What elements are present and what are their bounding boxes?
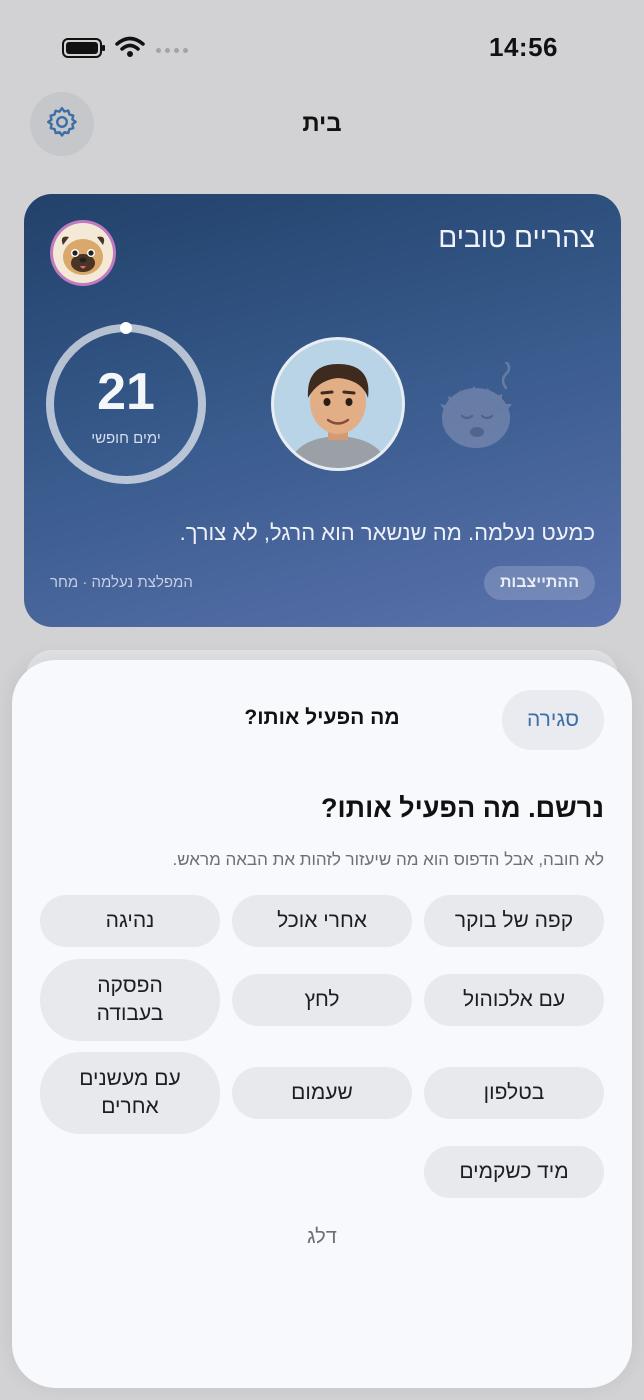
days-count: 21 bbox=[97, 363, 155, 421]
fading-monster-icon bbox=[440, 362, 512, 448]
trigger-chip[interactable]: עם מעשנים אחרים bbox=[40, 1052, 220, 1134]
trigger-chip[interactable]: קפה של בוקר bbox=[424, 895, 604, 947]
trigger-sheet: מה הפעיל אותו? סגירה נרשם. מה הפעיל אותו… bbox=[12, 660, 632, 1388]
hero-message: כמעט נעלמה. מה שנשאר הוא הרגל, לא צורך. bbox=[179, 520, 595, 545]
hero-footnote: המפלצת נעלמה · מחר bbox=[50, 574, 193, 591]
user-avatar[interactable] bbox=[271, 337, 405, 471]
wifi-icon bbox=[115, 36, 145, 63]
status-bar: 14:56 bbox=[0, 0, 644, 96]
trigger-chip[interactable]: נהיגה bbox=[40, 895, 220, 947]
sheet-subtitle: לא חובה, אבל הדפוס הוא מה שיעזור לזהות א… bbox=[172, 850, 604, 869]
trigger-chip[interactable]: עם אלכוהול bbox=[424, 974, 604, 1026]
trigger-chip[interactable]: הפסקה בעבודה bbox=[40, 959, 220, 1041]
sheet-heading: נרשם. מה הפעיל אותו? bbox=[321, 793, 604, 823]
nav-bar: בית bbox=[0, 92, 644, 156]
battery-icon bbox=[62, 38, 106, 63]
status-time: 14:56 bbox=[489, 32, 558, 62]
signal-icon bbox=[156, 48, 188, 53]
greeting-text: צהריים טובים bbox=[438, 222, 595, 253]
days-label: ימים חופשי bbox=[91, 430, 161, 447]
trigger-chip[interactable]: מיד כשקמים bbox=[424, 1146, 604, 1198]
pet-avatar[interactable] bbox=[50, 220, 116, 286]
trigger-chip[interactable]: אחרי אוכל bbox=[232, 895, 412, 947]
close-button[interactable]: סגירה bbox=[502, 690, 604, 750]
trigger-chip[interactable]: לחץ bbox=[232, 974, 412, 1026]
trigger-chip[interactable]: שעמום bbox=[232, 1067, 412, 1119]
skip-button[interactable]: דלג bbox=[12, 1226, 632, 1249]
hero-card: צהריים טובים 21 ימים חופשי כמעט נעלמה. מ… bbox=[24, 194, 621, 627]
page-title: בית bbox=[302, 110, 342, 137]
reset-button[interactable]: ההתייצבות bbox=[483, 566, 595, 600]
trigger-chip[interactable]: בטלפון bbox=[424, 1067, 604, 1119]
